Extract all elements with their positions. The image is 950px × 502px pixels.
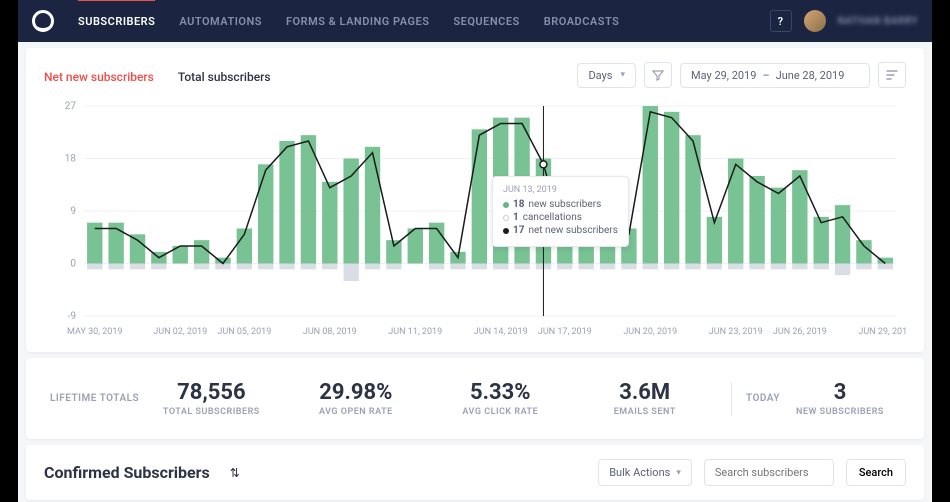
stat-avg-click-rate: 5.33%AVG CLICK RATE — [428, 380, 572, 417]
tooltip-date: JUN 13, 2019 — [503, 185, 618, 195]
svg-text:JUN 17, 2019: JUN 17, 2019 — [538, 327, 592, 337]
bulk-label: Bulk Actions — [609, 466, 670, 479]
chevron-down-icon: ▾ — [676, 468, 681, 478]
granularity-select[interactable]: Days ▾ — [577, 63, 636, 88]
sort-button[interactable] — [878, 62, 906, 88]
divider — [731, 382, 732, 416]
filter-button[interactable] — [644, 62, 672, 88]
svg-text:JUN 11, 2019: JUN 11, 2019 — [388, 327, 442, 337]
today-label: NEW SUBSCRIBERS — [780, 407, 900, 417]
svg-text:-9: -9 — [68, 311, 76, 322]
svg-text:MAY 30, 2019: MAY 30, 2019 — [67, 327, 122, 337]
stat-total-subscribers: 78,556TOTAL SUBSCRIBERS — [139, 380, 283, 417]
nav-automations[interactable]: AUTOMATIONS — [179, 0, 262, 42]
svg-text:18: 18 — [65, 154, 77, 165]
subscribers-section: Confirmed Subscribers ⇅ Bulk Actions ▾ S… — [26, 445, 924, 500]
svg-text:JUN 02, 2019: JUN 02, 2019 — [153, 327, 207, 337]
search-input[interactable] — [715, 466, 823, 479]
tooltip-row: 18 new subscribers — [503, 199, 618, 210]
date-start: May 29, 2019 — [691, 69, 756, 82]
user-name: NATHAN BARRY — [838, 16, 918, 27]
top-nav: SUBSCRIBERS AUTOMATIONS FORMS & LANDING PA… — [18, 0, 932, 42]
stat-avg-open-rate: 29.98%AVG OPEN RATE — [284, 380, 428, 417]
nav-sequences[interactable]: SEQUENCES — [453, 0, 519, 42]
filter-icon — [652, 69, 664, 81]
svg-text:27: 27 — [65, 101, 77, 112]
svg-text:JUN 20, 2019: JUN 20, 2019 — [623, 327, 677, 337]
nav-subscribers[interactable]: SUBSCRIBERS — [78, 0, 155, 42]
stats-card: LIFETIME TOTALS 78,556TOTAL SUBSCRIBERS2… — [26, 358, 924, 439]
svg-text:JUN 05, 2019: JUN 05, 2019 — [217, 327, 271, 337]
avatar[interactable] — [804, 10, 826, 32]
svg-text:JUN 14, 2019: JUN 14, 2019 — [474, 327, 528, 337]
nav-broadcasts[interactable]: BROADCASTS — [544, 0, 620, 42]
tooltip-row: 1 cancellations — [503, 212, 618, 223]
search-box[interactable] — [704, 459, 834, 486]
tooltip-row: 17 net new subscribers — [503, 225, 618, 236]
date-sep: – — [762, 69, 769, 82]
chart-card: Net new subscribers Total subscribers Day… — [26, 48, 924, 352]
today-value: 3 — [780, 380, 900, 405]
chevron-down-icon: ▾ — [620, 70, 625, 80]
search-button[interactable]: Search — [846, 459, 906, 486]
svg-text:0: 0 — [70, 259, 76, 270]
granularity-label: Days — [588, 69, 612, 82]
svg-text:JUN 26, 2019: JUN 26, 2019 — [773, 327, 827, 337]
svg-text:9: 9 — [70, 206, 76, 217]
svg-text:JUN 08, 2019: JUN 08, 2019 — [303, 327, 357, 337]
sort-icon — [886, 70, 898, 80]
stat-emails-sent: 3.6MEMAILS SENT — [573, 380, 717, 417]
date-range-picker[interactable]: May 29, 2019 – June 28, 2019 — [680, 63, 870, 88]
brand-logo[interactable] — [32, 10, 54, 32]
help-button[interactable]: ? — [770, 10, 792, 32]
today-heading: TODAY — [746, 393, 780, 404]
bulk-actions-select[interactable]: Bulk Actions ▾ — [598, 459, 692, 486]
chart-tooltip: JUN 13, 2019 18 new subscribers 1 cancell… — [492, 176, 629, 247]
section-title: Confirmed Subscribers — [44, 463, 210, 482]
stats-heading: LIFETIME TOTALS — [50, 393, 139, 404]
date-end: June 28, 2019 — [776, 69, 845, 82]
subscribers-chart[interactable]: -9 0 9 18 27 MAY 30, 2019 JUN 02, 2019 JUN 05, … — [44, 98, 906, 344]
tab-total-subscribers[interactable]: Total subscribers — [178, 70, 271, 84]
svg-text:JUN 29, 2019: JUN 29, 2019 — [858, 327, 906, 337]
tab-net-new-subscribers[interactable]: Net new subscribers — [44, 70, 154, 84]
sort-toggle-icon[interactable]: ⇅ — [230, 466, 240, 480]
nav-forms-landing-pages[interactable]: FORMS & LANDING PAGES — [286, 0, 429, 42]
svg-text:JUN 23, 2019: JUN 23, 2019 — [709, 327, 763, 337]
